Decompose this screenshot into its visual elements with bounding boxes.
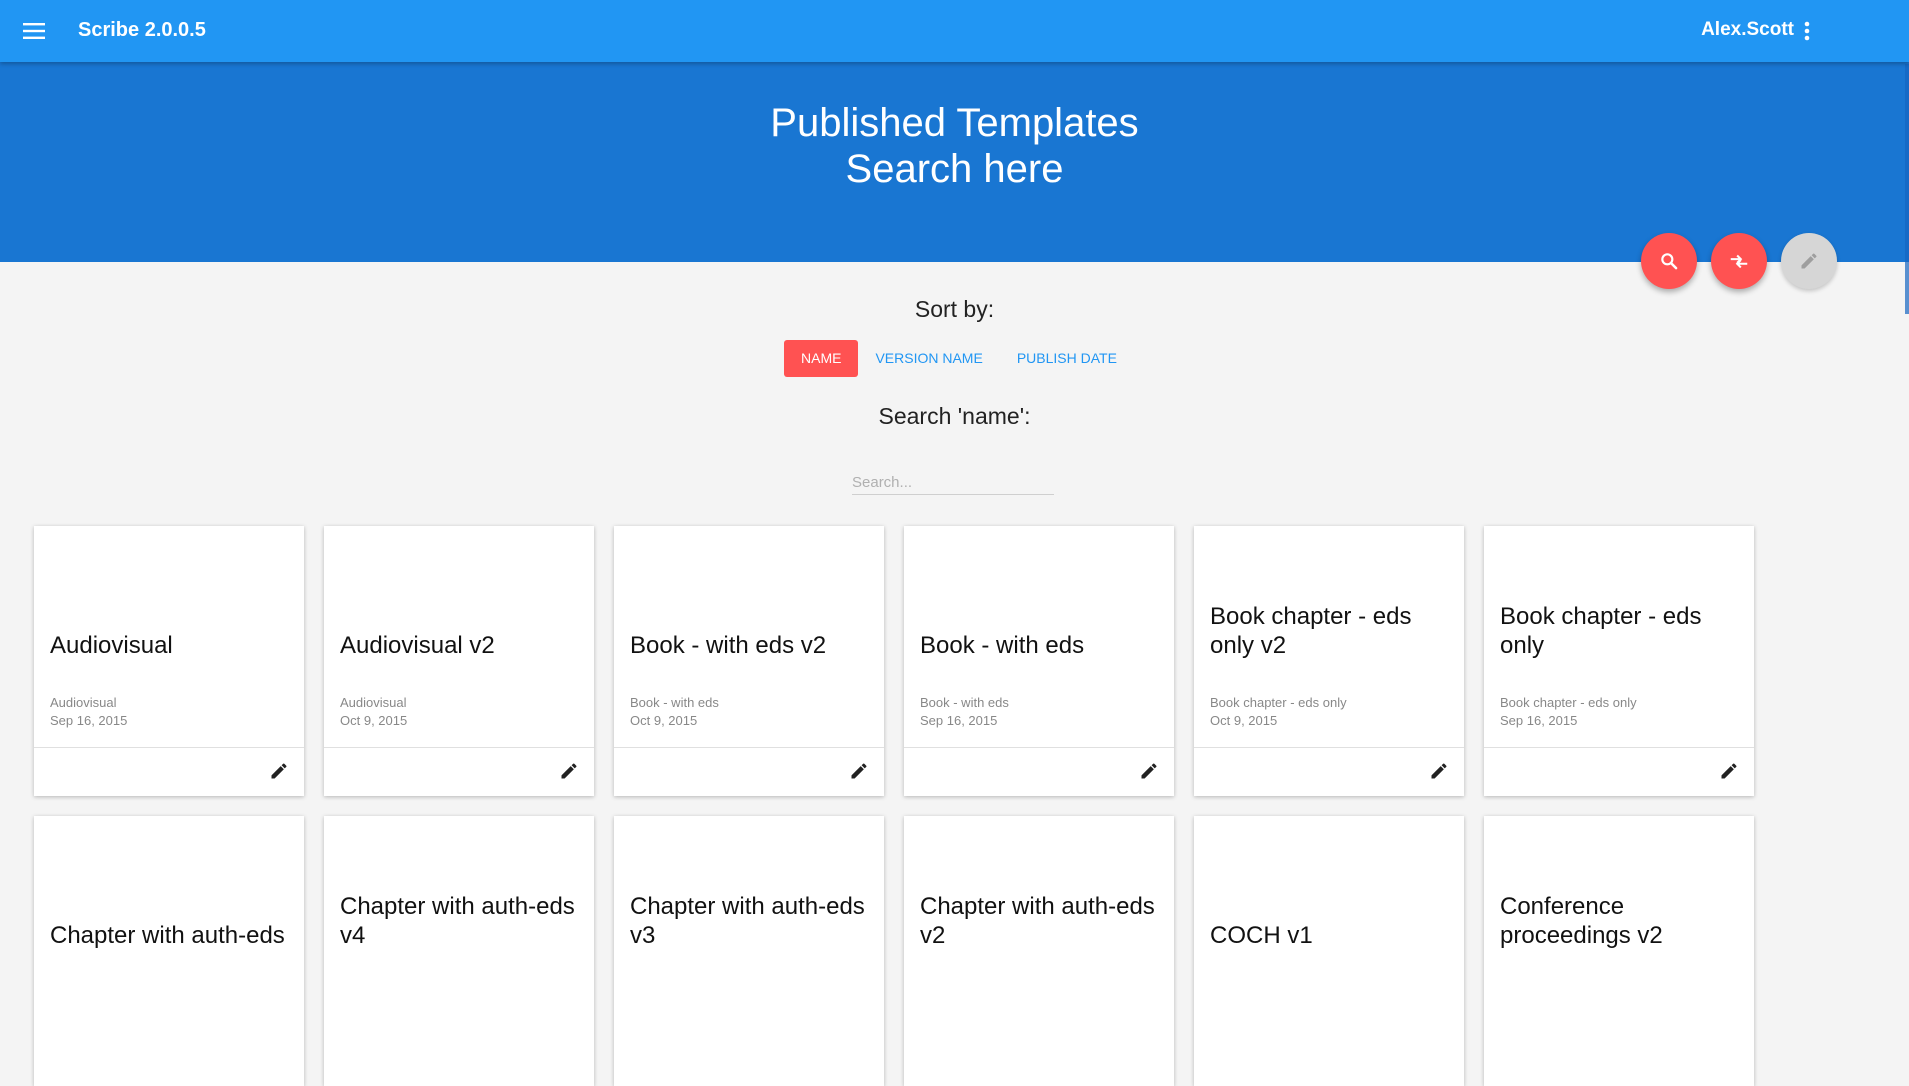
compare-fab-button[interactable]	[1711, 233, 1767, 289]
template-card[interactable]: Audiovisual Audiovisual Sep 16, 2015	[34, 526, 304, 796]
hero-banner: Published Templates Search here	[0, 62, 1909, 262]
pencil-icon[interactable]	[556, 758, 582, 784]
app-title: Scribe 2.0.0.5	[78, 19, 206, 41]
template-card[interactable]: Book chapter - eds only Book chapter - e…	[1484, 526, 1754, 796]
card-title: Book - with eds v2	[630, 632, 827, 659]
card-title: Book chapter - eds only v2	[1210, 603, 1412, 659]
card-divider	[324, 747, 594, 748]
search-label: Search 'name':	[878, 403, 1031, 429]
card-date: Sep 16, 2015	[920, 713, 998, 728]
template-card[interactable]: Chapter with auth-eds v4	[324, 816, 594, 1086]
card-date: Oct 9, 2015	[630, 713, 698, 728]
card-title: Chapter with auth-eds v3	[630, 893, 865, 949]
card-divider	[1194, 747, 1464, 748]
template-grid: Audiovisual Audiovisual Sep 16, 2015 Aud…	[34, 526, 1754, 1086]
card-title: Chapter with auth-eds v2	[920, 893, 1155, 949]
pencil-icon[interactable]	[846, 758, 872, 784]
card-date: Sep 16, 2015	[1500, 713, 1578, 728]
template-card[interactable]: COCH v1	[1194, 816, 1464, 1086]
search-fab-button[interactable]	[1641, 233, 1697, 289]
card-date: Oct 9, 2015	[340, 713, 408, 728]
template-card[interactable]: Chapter with auth-eds	[34, 816, 304, 1086]
app-bar: Scribe 2.0.0.5 Alex.Scott	[0, 0, 1909, 62]
template-card[interactable]: Conference proceedings v2	[1484, 816, 1754, 1086]
hero-subtitle: Search here	[845, 147, 1064, 191]
template-card[interactable]: Book chapter - eds only v2 Book chapter …	[1194, 526, 1464, 796]
card-subtitle: Book - with eds	[920, 695, 1009, 710]
sort-by-version-name-button[interactable]: VERSION NAME	[858, 340, 999, 377]
search-icon	[1661, 253, 1678, 270]
compare-arrows-icon	[1730, 254, 1748, 269]
card-title: Book chapter - eds only	[1500, 603, 1702, 659]
sort-by-name-button[interactable]: NAME	[784, 340, 859, 377]
pencil-icon[interactable]	[266, 758, 292, 784]
template-card[interactable]: Chapter with auth-eds v2	[904, 816, 1174, 1086]
card-date: Sep 16, 2015	[50, 713, 128, 728]
pencil-icon[interactable]	[1716, 758, 1742, 784]
sort-by-publish-date-button[interactable]: PUBLISH DATE	[1000, 340, 1134, 377]
card-title: Audiovisual	[50, 632, 173, 659]
card-divider	[614, 747, 884, 748]
card-divider	[1484, 747, 1754, 748]
template-card[interactable]: Audiovisual v2 Audiovisual Oct 9, 2015	[324, 526, 594, 796]
card-subtitle: Book chapter - eds only	[1500, 695, 1637, 710]
card-title: Conference proceedings v2	[1500, 893, 1663, 949]
pencil-icon	[1801, 253, 1817, 269]
card-subtitle: Audiovisual	[50, 695, 117, 710]
card-title: Audiovisual v2	[340, 632, 495, 659]
template-card[interactable]: Book - with eds Book - with eds Sep 16, …	[904, 526, 1174, 796]
card-subtitle: Audiovisual	[340, 695, 407, 710]
card-divider	[904, 747, 1174, 748]
template-card[interactable]: Book - with eds v2 Book - with eds Oct 9…	[614, 526, 884, 796]
card-divider	[34, 747, 304, 748]
edit-fab-button[interactable]	[1781, 233, 1837, 289]
user-name[interactable]: Alex.Scott	[1701, 19, 1794, 41]
card-subtitle: Book - with eds	[630, 695, 719, 710]
sort-label: Sort by:	[914, 296, 995, 322]
hero-title: Published Templates	[770, 101, 1139, 145]
pencil-icon[interactable]	[1426, 758, 1452, 784]
template-card[interactable]: Chapter with auth-eds v3	[614, 816, 884, 1086]
more-vert-icon[interactable]	[1797, 17, 1817, 45]
sort-options: NAME VERSION NAME PUBLISH DATE	[784, 340, 1134, 377]
card-date: Oct 9, 2015	[1210, 713, 1278, 728]
menu-icon[interactable]	[20, 17, 48, 45]
pencil-icon[interactable]	[1136, 758, 1162, 784]
card-title: Book - with eds	[920, 632, 1085, 659]
card-title: COCH v1	[1210, 922, 1313, 949]
card-subtitle: Book chapter - eds only	[1210, 695, 1347, 710]
card-title: Chapter with auth-eds	[50, 922, 285, 949]
scrollbar[interactable]	[1905, 64, 1909, 314]
search-input[interactable]	[852, 470, 1054, 495]
card-title: Chapter with auth-eds v4	[340, 893, 575, 949]
